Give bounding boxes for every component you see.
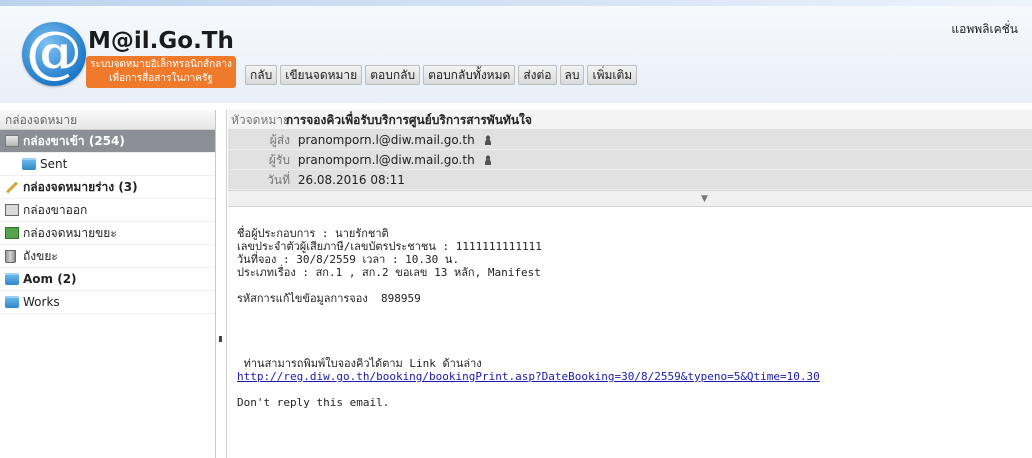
body-blank	[237, 383, 1027, 396]
logo-subtitle-line-2: เพื่อการสื่อสารในภาครัฐ	[109, 73, 213, 84]
splitter-handle[interactable]	[219, 336, 222, 342]
more-button[interactable]: เพิ่มเติม	[587, 65, 638, 85]
folder-outbox[interactable]: กล่องขาออก	[0, 199, 215, 222]
body-blank	[237, 344, 1027, 357]
top-bar: แอพพลิเคชั่น @ M@il.Go.Th ระบบจดหมายอิเล…	[0, 0, 1032, 103]
header-collapse-bar[interactable]: ▼	[228, 190, 1032, 207]
person-icon[interactable]	[482, 135, 493, 145]
folder-label: กล่องขาเข้า (254)	[23, 133, 125, 148]
folder-drafts[interactable]: กล่องจดหมายร่าง (3)	[0, 176, 215, 199]
from-address[interactable]: pranomporn.l@diw.mail.go.th	[298, 133, 475, 147]
sidebar-header: กล่องจดหมาย	[0, 110, 215, 130]
to-row: ผู้รับ pranomporn.l@diw.mail.go.th	[228, 150, 1032, 170]
reply-button[interactable]: ตอบกลับ	[365, 65, 421, 85]
body-line: เลขประจำตัวผู้เสียภาษี/เลขบัตรประชาชน : …	[237, 240, 542, 253]
trash-icon	[5, 249, 16, 263]
logo-at-icon: @	[22, 22, 86, 86]
message-header: หัวจดหมาย การจองคิวเพื่อรับบริการศูนย์บร…	[228, 110, 1032, 210]
top-accent-line	[0, 0, 1032, 6]
from-row: ผู้ส่ง pranomporn.l@diw.mail.go.th	[228, 130, 1032, 150]
folder-aom[interactable]: Aom (2)	[0, 268, 215, 291]
folder-label: กล่องจดหมายร่าง (3)	[23, 179, 138, 194]
to-label: ผู้รับ	[268, 153, 290, 167]
body-blank	[237, 305, 1027, 318]
outbox-icon	[5, 204, 19, 216]
reply-all-button[interactable]: ตอบกลับทั้งหมด	[423, 65, 516, 85]
folder-icon	[5, 273, 19, 285]
logo-subtitle-line-1: ระบบจดหมายอิเล็กทรอนิกส์กลาง	[90, 59, 232, 70]
panel-splitter[interactable]	[217, 110, 227, 458]
body-line: รหัสการแก้ไขข้อมูลการจอง 898959	[237, 292, 421, 305]
folder-label: กล่องขาออก	[23, 202, 88, 217]
folder-label: Works	[23, 294, 60, 309]
mailbox-sidebar: กล่องจดหมาย กล่องขาเข้า (254) Sent กล่อง…	[0, 110, 216, 458]
date-row: วันที่ 26.08.2016 08:11	[228, 170, 1032, 190]
spam-icon	[5, 227, 19, 239]
folder-spam[interactable]: กล่องจดหมายขยะ	[0, 222, 215, 245]
forward-button[interactable]: ส่งต่อ	[518, 65, 557, 85]
folder-icon	[22, 158, 36, 170]
folder-inbox[interactable]: กล่องขาเข้า (254)	[0, 130, 215, 153]
body-blank	[237, 318, 1027, 331]
pencil-icon	[5, 180, 19, 194]
person-icon[interactable]	[482, 155, 493, 165]
folder-sent[interactable]: Sent	[0, 153, 215, 176]
folder-trash[interactable]: ถังขยะ	[0, 245, 215, 268]
body-blank	[237, 331, 1027, 344]
message-body: ชื่อผู้ประกอบการ : นายรักชาติ เลขประจำตัว…	[237, 227, 1027, 458]
logo-subtitle: ระบบจดหมายอิเล็กทรอนิกส์กลาง เพื่อการสื่…	[86, 56, 236, 88]
date-label: วันที่	[267, 173, 290, 187]
booking-print-link[interactable]: http://reg.diw.go.th/booking/bookingPrin…	[237, 370, 820, 383]
folder-label: ถังขยะ	[23, 248, 58, 263]
body-line: Don't reply this email.	[237, 396, 390, 409]
toolbar: กลับ เขียนจดหมาย ตอบกลับ ตอบกลับทั้งหมด …	[245, 65, 638, 85]
body-line: ประเภทเรื่อง : สก.1 , สก.2 ขอเลข 13 หลัก…	[237, 266, 541, 279]
from-label: ผู้ส่ง	[269, 133, 290, 147]
message-date: 26.08.2016 08:11	[297, 173, 405, 187]
compose-button[interactable]: เขียนจดหมาย	[280, 65, 363, 85]
body-line: ชื่อผู้ประกอบการ : นายรักชาติ	[237, 227, 389, 240]
subject-row: หัวจดหมาย การจองคิวเพื่อรับบริการศูนย์บร…	[228, 110, 1032, 130]
body-line: วันที่จอง : 30/8/2559 เวลา : 10.30 น.	[237, 253, 460, 266]
subject-label: หัวจดหมาย	[231, 113, 291, 127]
folder-icon	[5, 296, 19, 308]
folder-works[interactable]: Works	[0, 291, 215, 314]
applications-link[interactable]: แอพพลิเคชั่น	[951, 20, 1018, 39]
delete-button[interactable]: ลบ	[559, 65, 585, 85]
message-subject: การจองคิวเพื่อรับบริการศูนย์บริการสารพัน…	[285, 113, 532, 127]
body-line: ท่านสามารถพิมพ์ใบจองคิวได้ตาม Link ด้านล…	[237, 357, 482, 370]
inbox-icon	[5, 135, 19, 147]
folder-label: Sent	[40, 156, 68, 171]
folder-label: กล่องจดหมายขยะ	[23, 225, 117, 240]
body-blank	[237, 279, 1027, 292]
back-button[interactable]: กลับ	[245, 65, 278, 85]
to-address[interactable]: pranomporn.l@diw.mail.go.th	[298, 153, 475, 167]
folder-label: Aom (2)	[23, 271, 77, 286]
logo-title: M@il.Go.Th	[88, 28, 234, 54]
chevron-down-icon[interactable]: ▼	[701, 194, 708, 204]
